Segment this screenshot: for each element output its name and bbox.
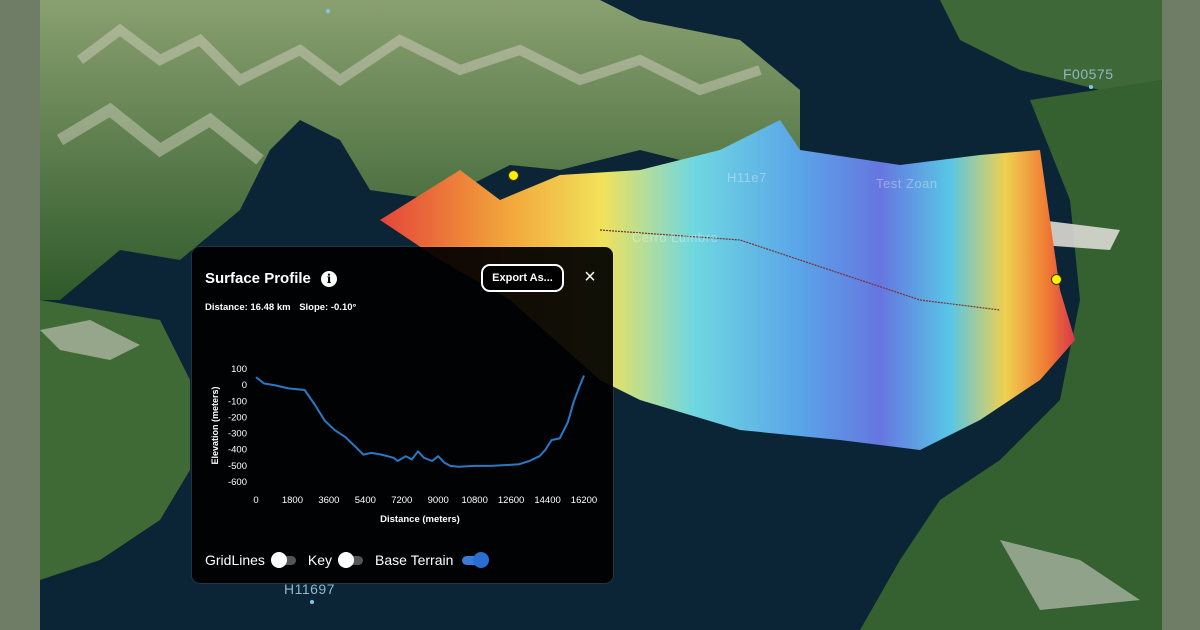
export-as-button[interactable]: Export As... [481, 264, 564, 292]
toggle-bar: GridLines Key Base Terrain [205, 551, 496, 568]
map-label-h11697: H11697 [284, 581, 336, 597]
y-tick-label: -300 [228, 429, 247, 440]
profile-stats: Distance: 16.48 km Slope: -0.10° [205, 302, 362, 313]
map-label-test-zoan: Test Zoan [876, 176, 938, 191]
toggle-gridlines[interactable]: GridLines [205, 551, 296, 568]
x-tick-label: 10800 [461, 495, 487, 506]
left-letterbox [0, 0, 40, 630]
key-switch[interactable] [338, 551, 364, 568]
x-tick-label: 1800 [282, 495, 303, 506]
elevation-profile-chart: 100 0 -100 -200 -300 -400 -500 -600 0 1800 3600 540… [210, 364, 597, 525]
y-tick-label: -100 [228, 396, 247, 407]
elevation-profile-line [255, 375, 585, 468]
toggle-gridlines-label: GridLines [205, 552, 265, 568]
close-icon[interactable]: × [581, 267, 599, 287]
y-tick-label: -400 [228, 445, 247, 456]
distance-readout: Distance: 16.48 km [205, 302, 291, 313]
toggle-key-label: Key [307, 552, 333, 568]
x-tick-label: 7200 [391, 495, 412, 506]
base-terrain-switch[interactable] [462, 551, 490, 568]
map-label-cerro-lumbre: Cerro Lumbre [632, 230, 719, 245]
y-tick-label: -600 [228, 477, 247, 488]
gridlines-switch[interactable] [270, 551, 296, 568]
slope-readout: Slope: -0.10° [299, 302, 357, 313]
x-tick-label: 0 [253, 495, 258, 506]
x-tick-label: 3600 [318, 495, 339, 506]
toggle-key[interactable]: Key [307, 551, 364, 568]
right-letterbox [1162, 0, 1200, 630]
y-tick-label: 0 [242, 380, 247, 391]
surface-profile-panel: Surface Profile i Export As... × Distanc… [192, 247, 613, 583]
x-tick-label: 9000 [428, 495, 449, 506]
panel-title: Surface Profile [205, 270, 311, 287]
station-dot[interactable] [1089, 85, 1093, 89]
station-dot[interactable] [310, 600, 314, 604]
toggle-base-terrain-label: Base Terrain [375, 552, 454, 568]
profile-end-marker[interactable] [1051, 274, 1062, 285]
map-label-h11e7: H11e7 [727, 170, 767, 185]
toggle-base-terrain[interactable]: Base Terrain [375, 551, 490, 568]
x-tick-label: 12600 [498, 495, 524, 506]
info-icon[interactable]: i [321, 271, 337, 287]
x-tick-label: 14400 [534, 495, 560, 506]
map-label-f00575: F00575 [1063, 66, 1114, 82]
x-axis-label: Distance (meters) [380, 514, 460, 525]
profile-start-marker[interactable] [508, 170, 519, 181]
y-axis-label: Elevation (meters) [210, 386, 220, 464]
y-tick-label: -200 [228, 412, 247, 423]
y-tick-label: -500 [228, 461, 247, 472]
x-tick-label: 16200 [571, 495, 597, 506]
x-tick-label: 5400 [355, 495, 376, 506]
y-tick-label: 100 [231, 364, 247, 375]
station-dot[interactable] [326, 9, 330, 13]
